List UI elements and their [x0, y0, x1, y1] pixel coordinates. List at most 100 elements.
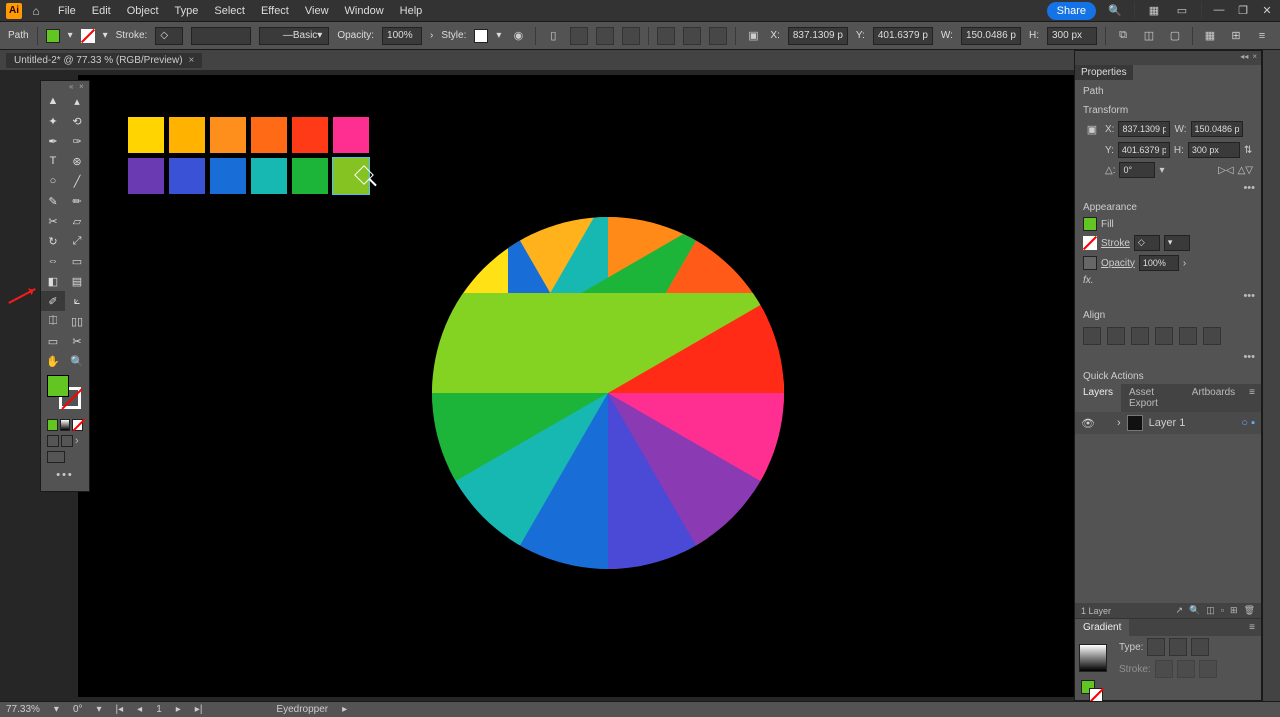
fx-label[interactable]: fx. [1083, 275, 1094, 286]
color-wheel[interactable] [432, 217, 784, 569]
layer-row[interactable]: 👁 › Layer 1 ○ ▪ [1075, 412, 1261, 434]
eyedropper-tool[interactable]: ✐ [41, 291, 65, 311]
type-tool[interactable]: T [41, 151, 65, 171]
fill-swatch[interactable] [46, 29, 60, 43]
reference-point-icon[interactable]: ▣ [1083, 120, 1101, 138]
free-transform-tool[interactable]: ▭ [65, 251, 89, 271]
recolor-icon[interactable]: ◉ [509, 27, 527, 45]
draw-behind-icon[interactable] [61, 435, 73, 447]
ellipse-tool[interactable]: ○ [41, 171, 65, 191]
tab-asset-export[interactable]: Asset Export [1121, 384, 1184, 412]
shaper-tool[interactable]: ✂ [41, 211, 65, 231]
palette-swatch[interactable] [210, 117, 246, 153]
isolate-icon[interactable]: ◫ [1140, 27, 1158, 45]
none-mode-icon[interactable] [72, 419, 83, 431]
zoom-tool[interactable]: 🔍 [65, 351, 89, 371]
brush-def[interactable]: — Basic ▾ [259, 27, 329, 45]
measure-tool[interactable]: ⟀ [65, 291, 89, 311]
opacity-more-icon[interactable]: › [430, 30, 433, 41]
palette-swatch[interactable] [251, 158, 287, 194]
align-hcenter-icon[interactable] [596, 27, 614, 45]
snap-icon[interactable]: ⊞ [1227, 27, 1245, 45]
align-right-button[interactable] [1131, 327, 1149, 345]
y-input[interactable]: 401.6379 p [873, 27, 933, 45]
gradient-tool[interactable]: ▤ [65, 271, 89, 291]
share-button[interactable]: Share [1047, 2, 1096, 20]
mask-icon[interactable]: ▢ [1166, 27, 1184, 45]
locate-layer-icon[interactable]: ↗ [1176, 605, 1184, 616]
minimize-icon[interactable]: — [1212, 4, 1226, 18]
menu-effect[interactable]: Effect [253, 3, 297, 19]
palette-swatch[interactable] [169, 117, 205, 153]
chevron-right-icon[interactable]: › [75, 435, 79, 447]
align-bottom-icon[interactable] [709, 27, 727, 45]
palette-swatch[interactable] [128, 158, 164, 194]
magic-wand-tool[interactable]: ✦ [41, 111, 65, 131]
home-icon[interactable]: ⌂ [26, 4, 46, 18]
artboard-nav-next-icon[interactable]: ▸ [176, 704, 181, 715]
tab-artboards[interactable]: Artboards [1184, 384, 1243, 412]
blend-tool[interactable]: ⎅ [41, 311, 65, 331]
stroke-weight-input[interactable]: ◇ [1134, 235, 1160, 251]
artboard[interactable] [78, 75, 1190, 697]
opacity-more-icon[interactable]: › [1183, 258, 1186, 269]
status-more-icon[interactable]: ▸ [342, 704, 347, 715]
prop-y-input[interactable] [1118, 142, 1170, 158]
flip-h-icon[interactable]: ▷◁ [1218, 165, 1233, 176]
artboard-nav-prev-icon[interactable]: ◂ [137, 704, 142, 715]
pen-tool[interactable]: ✒ [41, 131, 65, 151]
opacity-input[interactable]: 100% [382, 27, 422, 45]
search-icon[interactable]: 🔍 [1106, 2, 1124, 20]
fill-stroke-indicator[interactable] [47, 375, 83, 413]
scale-tool[interactable]: ⤢ [65, 231, 89, 251]
curvature-tool[interactable]: ✑ [65, 131, 89, 151]
lasso-tool[interactable]: ⟲ [65, 111, 89, 131]
chevron-down-icon[interactable]: ▾ [496, 30, 501, 41]
collapse-icon[interactable]: « [69, 82, 77, 90]
prop-w-input[interactable] [1191, 121, 1243, 137]
draw-normal-icon[interactable] [47, 435, 59, 447]
more-options-icon[interactable]: ••• [1237, 288, 1261, 304]
freeform-gradient-icon[interactable] [1191, 638, 1209, 656]
chevron-down-icon[interactable]: ▾ [103, 30, 108, 41]
palette-swatch[interactable] [292, 158, 328, 194]
var-width-profile[interactable] [191, 27, 251, 45]
zoom-level[interactable]: 77.33% [6, 704, 40, 715]
menu-view[interactable]: View [297, 3, 337, 19]
close-icon[interactable]: × [1252, 52, 1257, 64]
close-icon[interactable]: ✕ [1260, 4, 1274, 18]
color-mode-icon[interactable] [47, 419, 58, 431]
align-left-button[interactable] [1083, 327, 1101, 345]
stroke-swatch[interactable] [81, 29, 95, 43]
prop-angle-input[interactable] [1119, 162, 1155, 178]
close-icon[interactable]: × [79, 82, 87, 90]
fill-swatch[interactable] [1083, 217, 1097, 231]
slice-tool[interactable]: ✂ [65, 331, 89, 351]
menu-select[interactable]: Select [206, 3, 253, 19]
palette-swatch[interactable] [210, 158, 246, 194]
eraser-tool[interactable]: ▱ [65, 211, 89, 231]
target-icon[interactable]: ○ ▪ [1241, 417, 1255, 429]
stroke-swatch[interactable] [1083, 236, 1097, 250]
align-vcenter-icon[interactable] [683, 27, 701, 45]
menu-edit[interactable]: Edit [84, 3, 119, 19]
opacity-input[interactable] [1139, 255, 1179, 271]
stroke-label[interactable]: Stroke [1101, 238, 1130, 249]
w-input[interactable]: 150.0486 p [961, 27, 1021, 45]
align-hcenter-button[interactable] [1107, 327, 1125, 345]
linear-gradient-icon[interactable] [1147, 638, 1165, 656]
line-tool[interactable]: ╱ [65, 171, 89, 191]
direct-select-tool[interactable]: ▴ [65, 91, 89, 111]
tab-close-icon[interactable]: × [189, 55, 195, 66]
new-layer-icon[interactable]: ⊞ [1230, 605, 1238, 616]
align-top-icon[interactable] [657, 27, 675, 45]
fill-indicator[interactable] [47, 375, 69, 397]
tab-gradient[interactable]: Gradient [1075, 619, 1129, 636]
link-wh-icon[interactable]: ⇅ [1244, 145, 1252, 156]
align-left-icon[interactable] [570, 27, 588, 45]
align-top-button[interactable] [1155, 327, 1173, 345]
blob-brush-tool[interactable]: ✏ [65, 191, 89, 211]
panel-menu-icon[interactable]: ≡ [1243, 384, 1261, 412]
menu-window[interactable]: Window [337, 3, 392, 19]
artboard-nav-first-icon[interactable]: |◂ [116, 704, 124, 715]
